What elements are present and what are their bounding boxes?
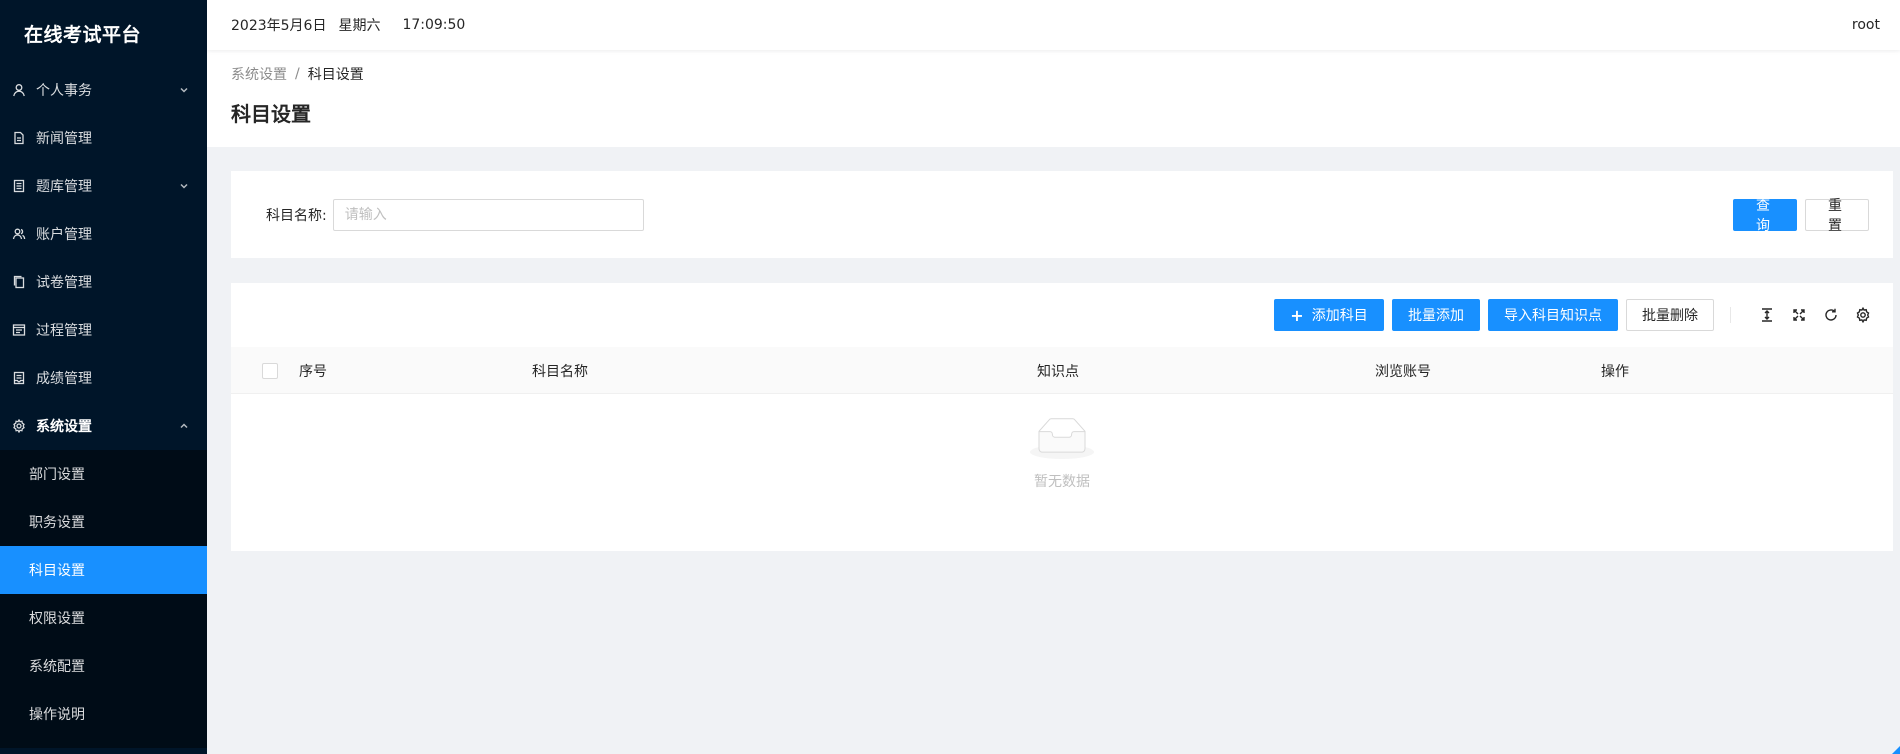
header-weekday: 星期六: [338, 18, 381, 34]
top-header: 2023年5月6日 星期六 17:09:50 root: [207, 0, 1900, 50]
chevron-down-icon: [179, 85, 189, 95]
sidebar-item-instructions[interactable]: 操作说明: [0, 690, 207, 738]
sidebar-item-news[interactable]: 新闻管理: [0, 114, 207, 162]
empty-state: 暂无数据: [231, 394, 1893, 551]
chevron-up-icon: [179, 421, 189, 431]
sidebar-item-position[interactable]: 职务设置: [0, 498, 207, 546]
column-header-knowledge: 知识点: [1037, 363, 1079, 380]
sidebar-item-label: 个人事务: [36, 83, 92, 99]
sidebar-item-process[interactable]: 过程管理: [0, 306, 207, 354]
sidebar-item-label: 试卷管理: [36, 275, 92, 291]
breadcrumb: 系统设置 / 科目设置: [231, 64, 1900, 84]
subject-table-card: + 添加科目 批量添加 导入科目知识点 批量删除 序号 科目名称 知识点 浏览账…: [231, 283, 1893, 551]
select-all-checkbox[interactable]: [262, 362, 278, 379]
chevron-down-icon: [179, 181, 189, 191]
add-subject-label: 添加科目: [1311, 308, 1368, 324]
column-height-icon[interactable]: [1759, 307, 1775, 323]
sidebar-item-label: 账户管理: [36, 227, 92, 243]
submenu-bottom-pad: [0, 738, 207, 748]
sidebar-item-department[interactable]: 部门设置: [0, 450, 207, 498]
sidebar-item-label: 过程管理: [36, 323, 92, 339]
sidebar-item-system-settings[interactable]: 系统设置: [0, 402, 207, 450]
page-title: 科目设置: [231, 102, 311, 126]
page-header: 系统设置 / 科目设置 科目设置: [207, 50, 1900, 147]
plus-icon: +: [1290, 305, 1304, 325]
column-header-index: 序号: [299, 363, 327, 380]
search-form: 科目名称: 查询 重置: [231, 171, 1893, 258]
reset-button[interactable]: 重置: [1805, 198, 1869, 234]
query-button[interactable]: 查询: [1733, 198, 1797, 234]
system-settings-submenu: 部门设置 职务设置 科目设置 权限设置 系统配置 操作说明: [0, 450, 207, 748]
sidebar-item-label: 新闻管理: [36, 131, 92, 147]
sidebar-item-subject[interactable]: 科目设置: [0, 546, 207, 594]
toolbar-divider: [1730, 307, 1731, 323]
user-menu[interactable]: root: [1852, 17, 1880, 33]
breadcrumb-separator: /: [295, 66, 300, 82]
table-header: 序号 科目名称 知识点 浏览账号 操作: [231, 347, 1893, 394]
sidebar-item-scores[interactable]: 成绩管理: [0, 354, 207, 402]
book-icon: [12, 179, 26, 193]
sidebar-item-question-bank[interactable]: 题库管理: [0, 162, 207, 210]
header-time: 17:09:50: [402, 17, 466, 33]
settings-icon[interactable]: [1855, 307, 1871, 323]
sidebar-item-permission[interactable]: 权限设置: [0, 594, 207, 642]
resize-corner-icon: [1892, 746, 1900, 754]
import-knowledge-button[interactable]: 导入科目知识点: [1488, 299, 1618, 331]
header-date: 2023年5月6日: [231, 18, 327, 34]
select-all-cell: [262, 347, 278, 394]
profile-icon: [12, 323, 26, 337]
column-header-actions: 操作: [1601, 363, 1629, 380]
user-icon: [12, 83, 26, 97]
gear-icon: [12, 419, 26, 433]
users-icon: [12, 227, 26, 241]
sidebar-item-accounts[interactable]: 账户管理: [0, 210, 207, 258]
sidebar-item-personal[interactable]: 个人事务: [0, 66, 207, 114]
copy-icon: [12, 275, 26, 289]
breadcrumb-parent[interactable]: 系统设置: [231, 64, 287, 84]
empty-inbox-icon: [1030, 418, 1094, 463]
file-icon: [12, 131, 26, 145]
sidebar-item-system-config[interactable]: 系统配置: [0, 642, 207, 690]
batch-add-button[interactable]: 批量添加: [1392, 299, 1480, 331]
sidebar-item-label: 系统设置: [36, 419, 92, 435]
container-icon: [12, 371, 26, 385]
table-toolbar: + 添加科目 批量添加 导入科目知识点 批量删除: [231, 283, 1893, 347]
subject-name-label: 科目名称:: [266, 207, 327, 224]
sidebar: 在线考试平台 个人事务 新闻管理 题库管理 账户管理 试卷管理 过程管理 成绩管…: [0, 0, 207, 754]
subject-name-input[interactable]: [332, 198, 644, 231]
batch-delete-button[interactable]: 批量删除: [1626, 299, 1714, 331]
column-header-subject-name: 科目名称: [532, 363, 588, 380]
sidebar-item-label: 题库管理: [36, 179, 92, 195]
reload-icon[interactable]: [1823, 307, 1839, 323]
column-header-viewer-account: 浏览账号: [1375, 363, 1431, 380]
empty-state-text: 暂无数据: [1034, 474, 1090, 490]
sidebar-item-papers[interactable]: 试卷管理: [0, 258, 207, 306]
app-logo-title: 在线考试平台: [24, 23, 142, 46]
fullscreen-icon[interactable]: [1791, 307, 1807, 323]
sidebar-item-label: 成绩管理: [36, 371, 92, 387]
add-subject-button[interactable]: + 添加科目: [1274, 299, 1384, 331]
breadcrumb-current: 科目设置: [307, 67, 364, 83]
